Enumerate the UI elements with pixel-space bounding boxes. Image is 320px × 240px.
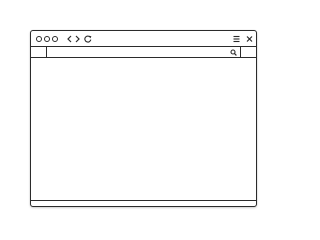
page-content-area[interactable] bbox=[31, 58, 256, 200]
browser-window bbox=[30, 30, 257, 207]
address-bar bbox=[31, 47, 256, 58]
close-icon[interactable] bbox=[246, 35, 253, 43]
search-icon[interactable] bbox=[230, 48, 237, 56]
address-input[interactable] bbox=[49, 47, 226, 57]
chevron-right-icon[interactable] bbox=[74, 35, 81, 43]
address-field[interactable] bbox=[46, 47, 241, 57]
title-bar bbox=[31, 31, 256, 47]
reload-icon[interactable] bbox=[84, 35, 92, 43]
window-control-circle-icon[interactable] bbox=[52, 36, 58, 42]
hamburger-menu-icon[interactable] bbox=[233, 35, 240, 43]
window-control-circle-icon[interactable] bbox=[36, 36, 42, 42]
window-control-circle-icon[interactable] bbox=[44, 36, 50, 42]
status-bar bbox=[31, 200, 256, 206]
chevron-left-icon[interactable] bbox=[66, 35, 73, 43]
